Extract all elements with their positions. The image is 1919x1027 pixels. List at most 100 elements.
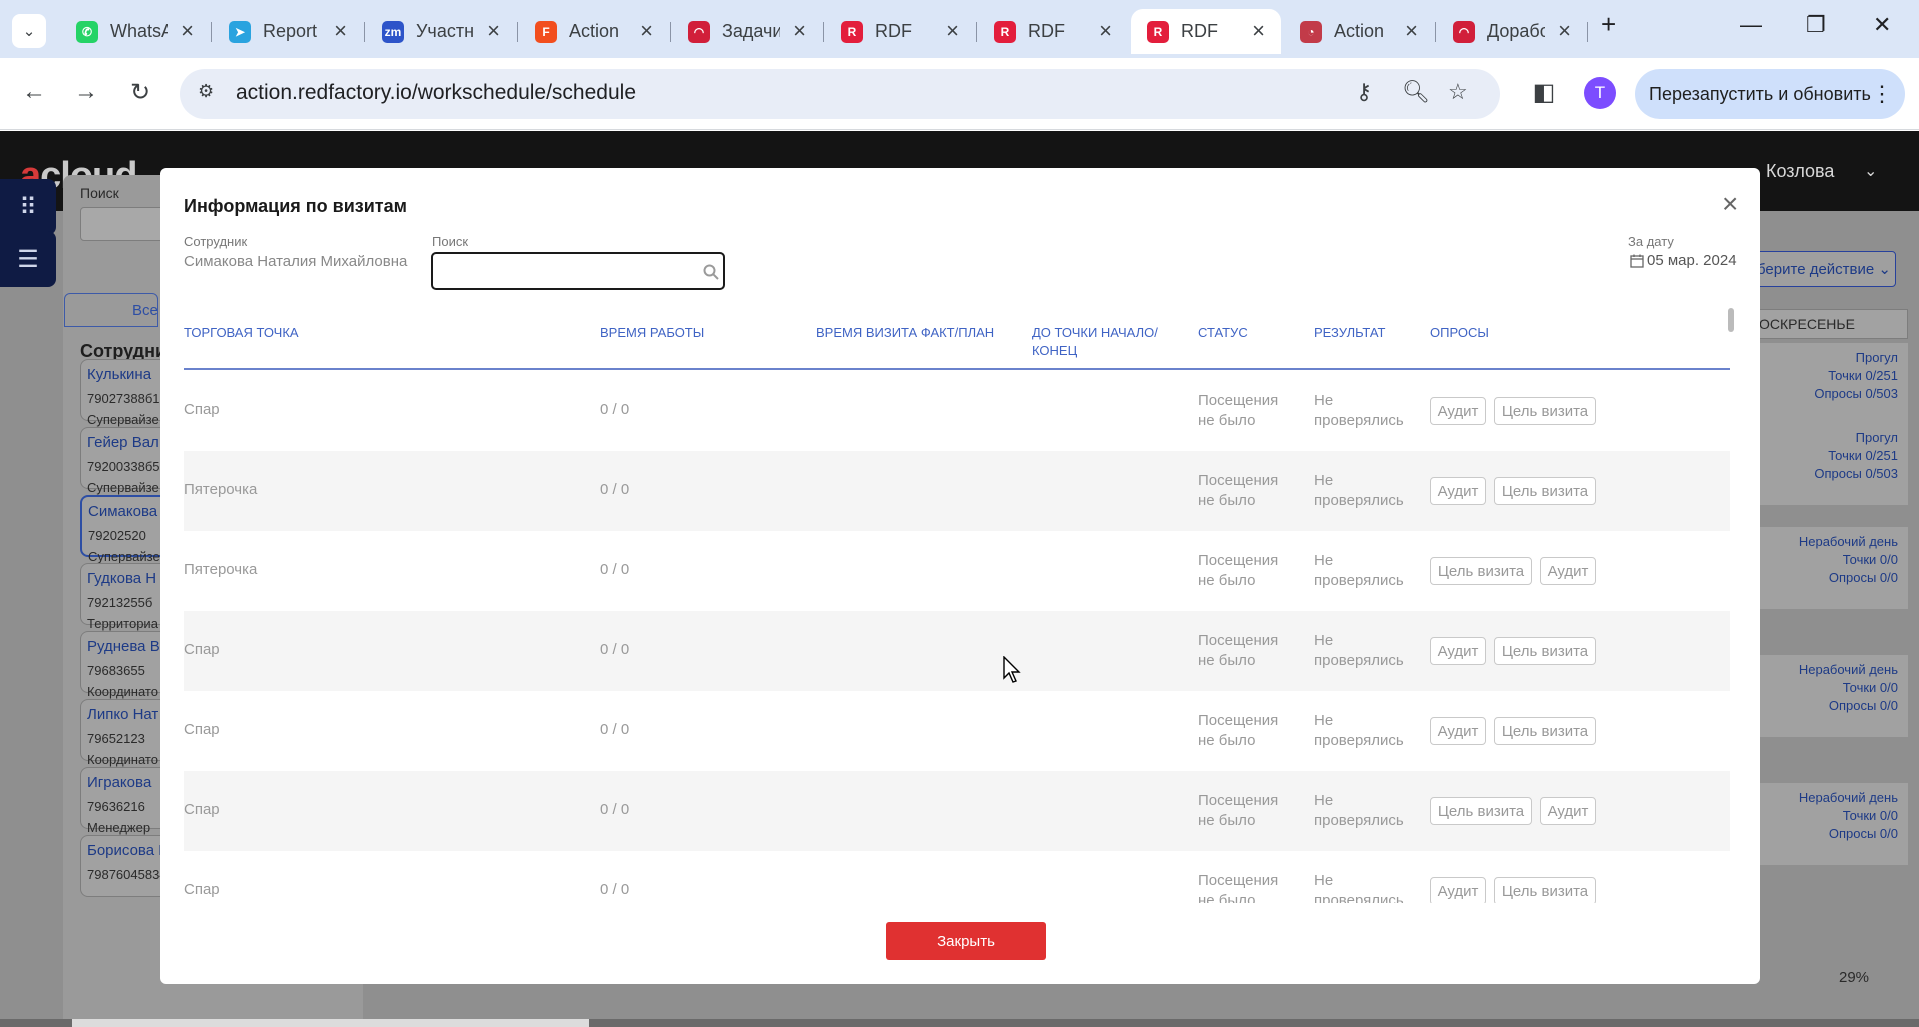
bookmark-star-icon[interactable]: ☆: [1448, 79, 1468, 105]
header-user-name[interactable]: Козлова: [1766, 161, 1834, 182]
tab-close-icon[interactable]: ×: [1405, 18, 1418, 44]
col-work-time[interactable]: ВРЕМЯ РАБОТЫ: [600, 324, 704, 342]
calendar-icon[interactable]: [1630, 254, 1644, 268]
status-cell: Посещения не было: [1198, 632, 1279, 669]
col-status[interactable]: СТАТУС: [1198, 324, 1248, 342]
browser-tab[interactable]: ◔ Action ×: [1284, 9, 1434, 54]
tab-close-icon[interactable]: ×: [487, 18, 500, 44]
survey-tag[interactable]: Аудит: [1430, 717, 1486, 745]
tab-close-icon[interactable]: ×: [1558, 18, 1571, 44]
table-row[interactable]: Пятерочка 0 / 0 Посещения не было Не провер…: [184, 451, 1730, 531]
menu-hamburger-icon[interactable]: ☰: [0, 231, 56, 287]
schedule-day-cell[interactable]: Прогул Точки 0/251 Опросы 0/503: [1748, 343, 1908, 425]
tab-close-icon[interactable]: ×: [946, 18, 959, 44]
address-bar[interactable]: ⚙ action.redfactory.io/workschedule/sche…: [180, 69, 1500, 119]
rdf-icon: R: [994, 20, 1016, 43]
horizontal-scrollbar[interactable]: [0, 1019, 1919, 1027]
more-menu-icon[interactable]: ⋮: [1871, 81, 1893, 107]
browser-tab[interactable]: R RDF ×: [825, 9, 975, 54]
tab-close-icon[interactable]: ×: [793, 18, 806, 44]
pie-chart-icon: ◔: [1300, 20, 1322, 43]
browser-tab[interactable]: F Action ×: [519, 9, 669, 54]
tab-all[interactable]: Все: [64, 293, 158, 327]
table-row[interactable]: Спар 0 / 0 Посещения не было Не проверялись…: [184, 851, 1730, 903]
survey-tag[interactable]: Цель визита: [1430, 797, 1532, 825]
table-row[interactable]: Спар 0 / 0 Посещения не было Не проверялись…: [184, 691, 1730, 771]
minimize-window-icon[interactable]: —: [1740, 12, 1762, 38]
table-row[interactable]: Спар 0 / 0 Посещения не было Не проверялись…: [184, 371, 1730, 451]
col-surveys[interactable]: ОПРОСЫ: [1430, 324, 1489, 342]
reload-icon[interactable]: ↻: [120, 72, 160, 112]
left-search-input[interactable]: [80, 207, 170, 241]
survey-tag[interactable]: Цель визита: [1494, 397, 1596, 425]
table-row[interactable]: Спар 0 / 0 Посещения не было Не проверялись…: [184, 611, 1730, 691]
date-value[interactable]: 05 мар. 2024: [1647, 252, 1737, 269]
survey-tag[interactable]: Цель визита: [1494, 717, 1596, 745]
day-points: Точки 0/0: [1842, 552, 1898, 567]
table-row[interactable]: Спар 0 / 0 Посещения не было Не проверялись…: [184, 771, 1730, 851]
restore-window-icon[interactable]: ❐: [1806, 12, 1826, 38]
store-cell: Пятерочка: [184, 481, 258, 498]
tab-close-icon[interactable]: ×: [640, 18, 653, 44]
survey-tag[interactable]: Цель визита: [1494, 877, 1596, 903]
browser-tab[interactable]: R RDF ×: [1131, 9, 1281, 54]
close-window-icon[interactable]: ✕: [1873, 12, 1891, 38]
status-cell: Посещения не было: [1198, 392, 1279, 429]
zoom-icon[interactable]: 🔍︎: [1402, 79, 1430, 105]
tab-close-icon[interactable]: ×: [181, 18, 194, 44]
browser-tab[interactable]: ✆ WhatsApp ×: [60, 9, 210, 54]
survey-tag[interactable]: Цель визита: [1494, 637, 1596, 665]
col-to-point[interactable]: ДО ТОЧКИ НАЧАЛО/ КОНЕЦ: [1032, 324, 1172, 360]
tab-close-icon[interactable]: ×: [1252, 18, 1265, 44]
survey-tag[interactable]: Аудит: [1430, 397, 1486, 425]
back-icon[interactable]: ←: [14, 72, 54, 112]
forward-icon[interactable]: →: [66, 72, 106, 112]
store-cell: Спар: [184, 801, 220, 818]
password-key-icon[interactable]: ⚷: [1356, 79, 1372, 105]
schedule-day-cell[interactable]: Нерабочий день Точки 0/0 Опросы 0/0: [1748, 655, 1908, 737]
survey-tag[interactable]: Цель визита: [1494, 477, 1596, 505]
relaunch-update-button[interactable]: Перезапустить и обновить ⋮: [1635, 69, 1905, 119]
close-button[interactable]: Закрыть: [886, 922, 1046, 960]
schedule-day-cell[interactable]: Прогул Точки 0/251 Опросы 0/503: [1748, 423, 1908, 505]
schedule-day-cell[interactable]: Нерабочий день Точки 0/0 Опросы 0/0: [1748, 783, 1908, 865]
survey-tag[interactable]: Цель визита: [1430, 557, 1532, 585]
close-icon[interactable]: ×: [1722, 188, 1738, 220]
browser-tab[interactable]: ◠ Задачи ×: [672, 9, 822, 54]
tab-separator: [1587, 22, 1588, 42]
new-tab-icon[interactable]: +: [1601, 9, 1616, 40]
survey-tag[interactable]: Аудит: [1430, 637, 1486, 665]
store-cell: Спар: [184, 721, 220, 738]
sunday-column-header: ОСКРЕСЕНЬЕ: [1748, 309, 1908, 339]
side-panel-icon[interactable]: ◧: [1524, 72, 1564, 112]
survey-tag[interactable]: Аудит: [1430, 877, 1486, 903]
search-field[interactable]: [431, 252, 725, 290]
profile-avatar[interactable]: T: [1584, 77, 1616, 109]
result-cell: Не проверялись: [1314, 712, 1404, 749]
col-result[interactable]: РЕЗУЛЬТАТ: [1314, 324, 1385, 342]
col-store[interactable]: ТОРГОВАЯ ТОЧКА: [184, 324, 299, 342]
tab-search-dropdown-icon[interactable]: ⌄: [12, 14, 46, 48]
col-visit-time[interactable]: ВРЕМЯ ВИЗИТА ФАКТ/ПЛАН: [816, 324, 994, 342]
search-input[interactable]: [439, 260, 679, 282]
search-icon[interactable]: [703, 264, 719, 280]
schedule-day-cell[interactable]: Нерабочий день Точки 0/0 Опросы 0/0: [1748, 527, 1908, 609]
tab-close-icon[interactable]: ×: [1099, 18, 1112, 44]
browser-tab[interactable]: R RDF ×: [978, 9, 1128, 54]
browser-tab[interactable]: zm Участники ×: [366, 9, 516, 54]
choose-action-dropdown[interactable]: берите действие ⌄: [1748, 251, 1896, 287]
tab-separator: [823, 22, 824, 42]
chevron-down-icon[interactable]: ⌄: [1864, 161, 1877, 181]
horizontal-scroll-thumb[interactable]: [72, 1019, 589, 1027]
survey-tag[interactable]: Аудит: [1540, 557, 1596, 585]
survey-tag[interactable]: Аудит: [1540, 797, 1596, 825]
survey-tag[interactable]: Аудит: [1430, 477, 1486, 505]
site-info-icon[interactable]: ⚙: [198, 81, 214, 102]
tab-separator: [211, 22, 212, 42]
tab-close-icon[interactable]: ×: [334, 18, 347, 44]
browser-tab[interactable]: ◠ Доработки ×: [1437, 9, 1587, 54]
browser-tab[interactable]: ➤ Report ×: [213, 9, 363, 54]
apps-grid-icon[interactable]: ⠿: [0, 179, 56, 235]
table-row[interactable]: Пятерочка 0 / 0 Посещения не было Не провер…: [184, 531, 1730, 611]
table-scrollbar[interactable]: [1728, 308, 1734, 332]
